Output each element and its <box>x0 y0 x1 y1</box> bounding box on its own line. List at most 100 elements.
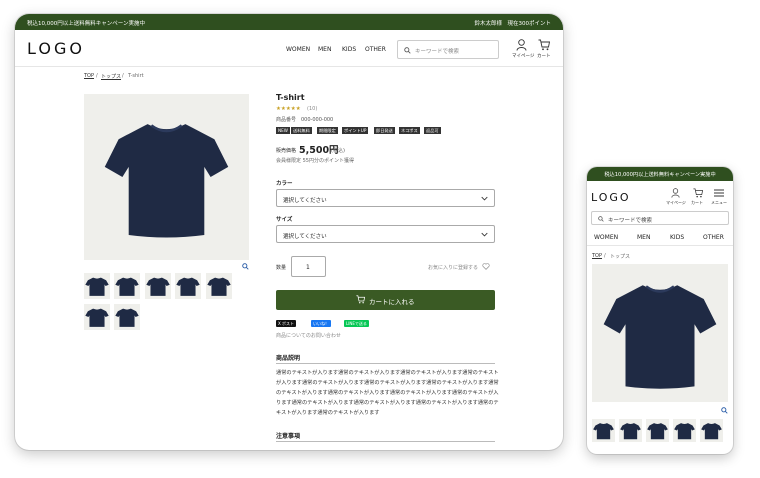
badge: NEW <box>276 127 290 134</box>
cart-icon[interactable] <box>538 39 550 51</box>
thumbnail[interactable] <box>619 419 642 442</box>
breadcrumb-sep: / <box>96 73 98 79</box>
campaign-bar: 税込10,000円以上送料無料キャンペーン実施中 鈴木太郎様 現在300ポイント <box>15 14 563 30</box>
user-points: 鈴木太郎様 現在300ポイント <box>474 21 552 27</box>
chevron-down-icon <box>481 196 488 201</box>
badge: 期間限定 <box>317 127 338 134</box>
color-select[interactable]: 選択してください <box>276 189 495 207</box>
nav-other[interactable]: OTHER <box>365 46 386 53</box>
breadcrumb-top[interactable]: TOP <box>84 73 94 79</box>
nav-men[interactable]: MEN <box>637 234 650 241</box>
size-select[interactable]: 選択してください <box>276 225 495 243</box>
description-text: 通常のテキストが入ります通常のテキストが入ります通常のテキストが入ります通常のテ… <box>276 368 501 418</box>
badge: 送料無料 <box>291 127 312 134</box>
add-to-cart-button[interactable]: カートに入れる <box>276 290 495 310</box>
mobile-search-placeholder: キーワードで検索 <box>608 217 653 224</box>
quantity-input[interactable]: 1 <box>291 256 326 277</box>
rating-stars: ★★★★★ <box>276 106 301 112</box>
description-line: キストが入ります通常のテキストが入ります <box>276 410 380 416</box>
thumbnail[interactable] <box>84 304 110 330</box>
desktop-mockup: 税込10,000円以上送料無料キャンペーン実施中 鈴木太郎様 現在300ポイント… <box>15 14 563 450</box>
badge: 返品可 <box>424 127 441 134</box>
thumbnail[interactable] <box>673 419 696 442</box>
menu-icon[interactable] <box>714 189 724 197</box>
heart-icon[interactable] <box>482 263 490 270</box>
section-divider <box>276 363 495 364</box>
price-label: 販売価格 <box>276 148 297 154</box>
zoom-icon[interactable] <box>242 263 249 270</box>
mobile-campaign-bar: 税込10,000円以上送料無料キャンペーン実施中 <box>587 167 733 181</box>
mobile-mypage-label: マイページ <box>666 200 686 205</box>
breadcrumb-current: T-shirt <box>128 73 144 79</box>
product-main-image[interactable] <box>84 94 249 270</box>
quantity-value: 1 <box>306 264 310 271</box>
mobile-search-input[interactable]: キーワードで検索 <box>591 211 729 225</box>
product-number: 商品番号 000-000-000 <box>276 117 334 123</box>
description-line: のテキストが入ります通常のテキストが入ります通常のテキストが入ります通常のテキス… <box>276 390 499 396</box>
color-label: カラー <box>276 181 293 187</box>
section-divider <box>276 441 495 442</box>
chevron-down-icon <box>481 232 488 237</box>
nav-men[interactable]: MEN <box>318 46 331 53</box>
thumbnail[interactable] <box>646 419 669 442</box>
nav-women[interactable]: WOMEN <box>594 234 618 241</box>
zoom-icon[interactable] <box>721 407 728 414</box>
quantity-label: 数量 <box>276 265 287 271</box>
thumbnail[interactable] <box>114 273 140 299</box>
mobile-cart-label: カート <box>691 200 703 205</box>
add-to-cart-label: カートに入れる <box>369 298 415 306</box>
tshirt-image <box>603 285 717 389</box>
mobile-mockup: 税込10,000円以上送料無料キャンペーン実施中 LOGO マイページ カート … <box>587 167 733 454</box>
search-icon <box>404 47 411 54</box>
nav-women[interactable]: WOMEN <box>286 46 310 53</box>
inquiry-link[interactable]: 商品についてのお問い合わせ <box>276 332 341 339</box>
tshirt-image <box>104 124 229 238</box>
description-line: が入ります通常のテキストが入ります通常のテキストが入ります通常のテキストが入りま… <box>276 380 499 386</box>
cart-label: カート <box>537 54 551 59</box>
mobile-logo[interactable]: LOGO <box>591 191 631 204</box>
search-placeholder: キーワードで検索 <box>415 49 460 55</box>
breadcrumb-sep: / <box>604 253 606 259</box>
share-facebook-button[interactable]: いいね！ <box>311 320 331 327</box>
favorite-link[interactable]: お気に入りに登録する <box>428 264 478 271</box>
user-icon[interactable] <box>516 39 527 51</box>
product-title: T-shirt <box>276 93 305 102</box>
share-line-button[interactable]: LINEで送る <box>344 320 369 327</box>
thumbnail[interactable] <box>206 273 232 299</box>
badge: ポイントUP <box>342 127 369 134</box>
nav-kids[interactable]: KIDS <box>670 234 684 241</box>
badge: 即日発送 <box>374 127 395 134</box>
thumbnail[interactable] <box>700 419 723 442</box>
thumbnail[interactable] <box>145 273 171 299</box>
search-input[interactable]: キーワードで検索 <box>397 40 499 59</box>
mobile-menu-label: メニュー <box>711 200 727 205</box>
thumbnail[interactable] <box>84 273 110 299</box>
description-title: 商品説明 <box>276 355 301 362</box>
mobile-product-image[interactable] <box>592 264 728 402</box>
breadcrumb-top[interactable]: TOP <box>592 253 602 259</box>
breadcrumb-tops[interactable]: トップス <box>610 253 630 260</box>
badge: ネコポス <box>399 127 420 134</box>
campaign-text: 税込10,000円以上送料無料キャンペーン実施中 <box>27 21 145 27</box>
header-divider <box>15 66 563 67</box>
logo[interactable]: LOGO <box>27 39 85 58</box>
nav-kids[interactable]: KIDS <box>342 46 356 53</box>
mypage-label: マイページ <box>512 54 535 59</box>
share-x-button[interactable]: X ポスト <box>276 320 297 327</box>
thumbnail[interactable] <box>592 419 615 442</box>
cart-icon[interactable] <box>693 188 703 198</box>
size-select-value: 選択してください <box>283 234 327 240</box>
thumbnail[interactable] <box>175 273 201 299</box>
notes-title: 注意事項 <box>276 433 301 440</box>
breadcrumb-sep: / <box>122 73 124 79</box>
description-line: ります通常のテキストが入ります通常のテキストが入ります通常のテキストが入ります通… <box>276 400 499 406</box>
points-info: 会員様限定 55円分のポイント獲得 <box>276 158 354 164</box>
thumbnail[interactable] <box>114 304 140 330</box>
breadcrumb-tops[interactable]: トップス <box>101 73 121 80</box>
tax-label: (税込) <box>331 148 345 154</box>
user-icon[interactable] <box>671 188 680 198</box>
size-label: サイズ <box>276 217 293 223</box>
nav-other[interactable]: OTHER <box>703 234 724 241</box>
review-count[interactable]: (10) <box>307 106 317 112</box>
mobile-nav-divider <box>587 245 733 246</box>
